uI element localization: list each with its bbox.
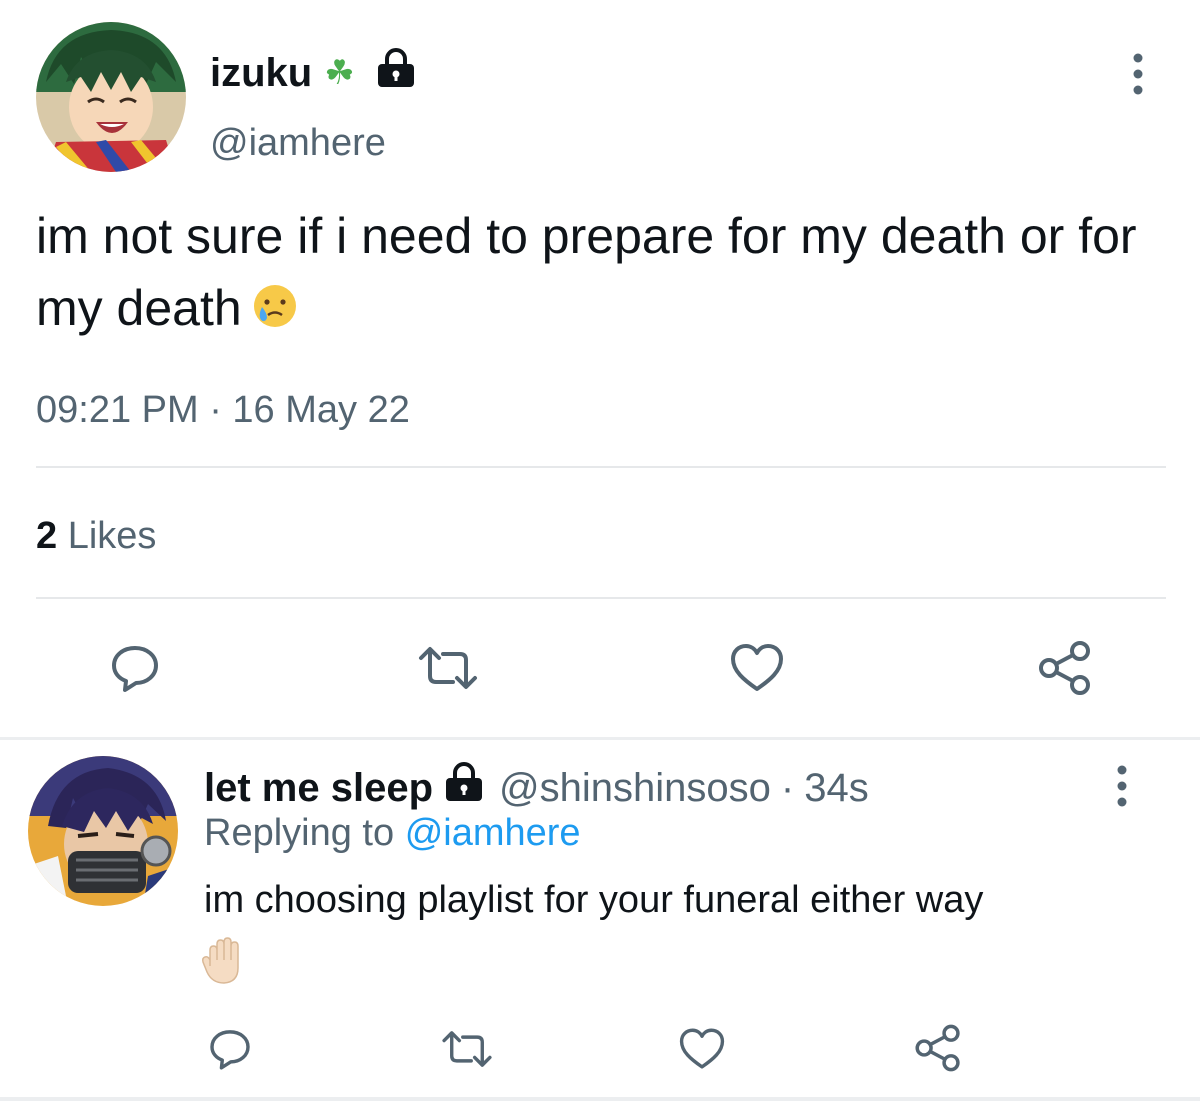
main-tweet: izuku ☘ @iamhere im not sure if i need t… — [0, 0, 1200, 740]
reply-separator: · — [780, 765, 795, 810]
anime-boy-avatar-icon — [36, 22, 186, 172]
retweet-icon — [442, 1031, 492, 1067]
likes-count: 2 — [36, 515, 58, 557]
thread-separator — [0, 737, 1200, 740]
like-button[interactable] — [722, 638, 792, 698]
reply-icon — [112, 646, 158, 692]
tweet-text-content: im not sure if i need to prepare for my … — [36, 208, 1137, 336]
replying-to-prefix: Replying to — [204, 812, 395, 854]
reply-like-button[interactable] — [672, 1022, 732, 1076]
reply-icon — [210, 1030, 250, 1070]
likes-stat[interactable]: 2 Likes — [36, 512, 156, 560]
shamrock-icon: ☘ — [324, 53, 355, 93]
reply-author-row: let me sleep @shinshinsoso · 34s — [204, 762, 869, 813]
reply-button[interactable] — [100, 638, 170, 698]
reply-display-name[interactable]: let me sleep — [204, 764, 433, 812]
reply-avatar[interactable] — [28, 756, 178, 906]
lock-icon — [443, 762, 485, 813]
replying-to-link[interactable]: @iamhere — [405, 812, 581, 854]
reply-retweet-button[interactable] — [432, 1022, 502, 1076]
avatar[interactable] — [36, 22, 186, 172]
author-handle[interactable]: @iamhere — [210, 120, 386, 166]
reply-reply-button[interactable] — [200, 1022, 260, 1076]
author-name-row: izuku ☘ — [210, 48, 417, 98]
replying-to-line: Replying to @iamhere — [204, 810, 581, 856]
share-icon — [915, 1024, 960, 1072]
heart-icon — [731, 644, 783, 691]
anime-purple-hair-avatar-icon — [28, 756, 178, 906]
share-icon — [1039, 641, 1090, 695]
lock-icon — [375, 48, 417, 98]
author-display-name[interactable]: izuku — [210, 49, 312, 97]
retweet-button[interactable] — [408, 638, 488, 698]
heart-icon — [679, 1028, 725, 1069]
likes-label: Likes — [67, 515, 157, 557]
reply-time[interactable]: 34s — [804, 764, 869, 812]
divider — [36, 466, 1166, 468]
reply-text: im choosing playlist for your funeral ei… — [204, 879, 984, 921]
retweet-icon — [419, 647, 477, 689]
raised-hand-icon — [200, 936, 246, 991]
reply-handle[interactable]: @shinshinsoso — [499, 764, 771, 812]
bottom-divider — [0, 1097, 1200, 1101]
tweet-timestamp[interactable]: 09:21 PM · 16 May 22 — [36, 386, 410, 434]
tweet-text: im not sure if i need to prepare for my … — [36, 200, 1166, 348]
reply-share-button[interactable] — [908, 1020, 968, 1076]
divider — [36, 597, 1166, 599]
share-button[interactable] — [1030, 636, 1100, 700]
more-options-icon[interactable] — [1126, 52, 1150, 101]
sad-tear-face-icon — [252, 276, 298, 348]
reply-more-options-icon[interactable] — [1110, 764, 1134, 813]
